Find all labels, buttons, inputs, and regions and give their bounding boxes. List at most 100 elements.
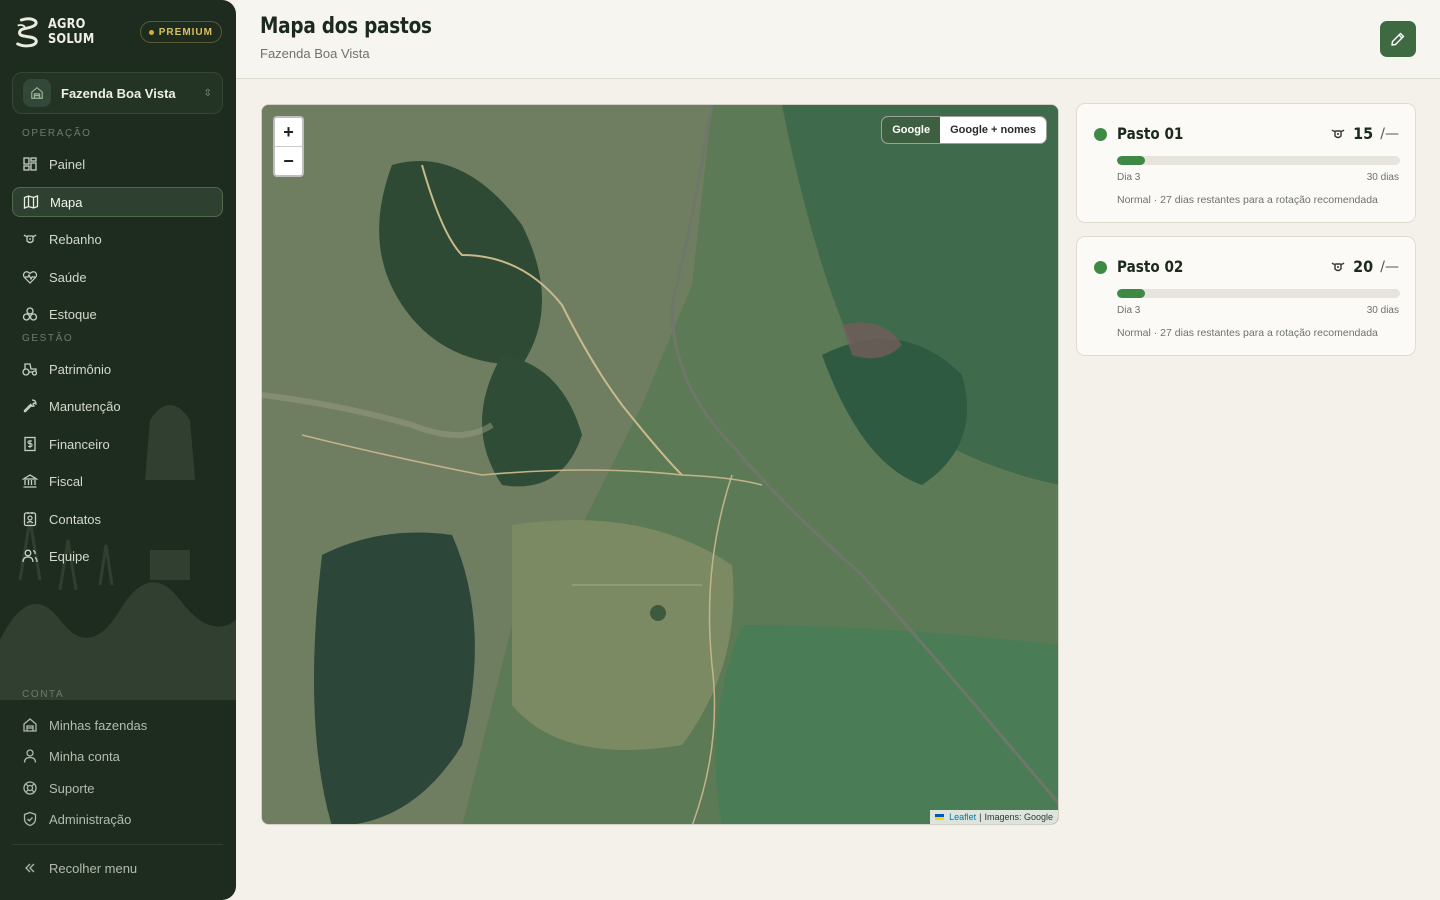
sidebar-item-fiscal[interactable]: Fiscal [12, 466, 223, 496]
farm-icon [22, 717, 38, 733]
wrench-icon [22, 398, 38, 414]
heart-pulse-icon [22, 269, 38, 285]
cattle-icon [1331, 128, 1345, 138]
sidebar-item-label: Fiscal [49, 473, 83, 489]
tractor-icon [22, 361, 38, 377]
zoom-in-button[interactable]: + [275, 118, 302, 147]
bank-icon [22, 473, 38, 489]
rotation-progress-fill [1117, 289, 1146, 298]
satellite-imagery[interactable] [262, 105, 1059, 825]
sidebar-item-minha-conta[interactable]: Minha conta [12, 741, 223, 771]
total-days: 30 dias [1366, 172, 1399, 183]
brand[interactable]: AGRO SOLUM PREMIUM [14, 14, 222, 50]
rotation-progress [1117, 156, 1400, 165]
current-day: Dia 3 [1117, 305, 1141, 316]
chevron-updown-icon: ⇳ [203, 87, 212, 99]
brand-name: AGRO SOLUM [47, 17, 95, 47]
sidebar-item-saude[interactable]: Saúde [12, 262, 223, 292]
team-icon [22, 548, 38, 564]
sidebar-item-label: Minha conta [49, 748, 120, 764]
cattle-capacity: /— [1380, 125, 1399, 142]
cattle-icon [22, 231, 38, 247]
cattle-icon [1331, 261, 1345, 271]
cattle-capacity: /— [1380, 258, 1399, 275]
user-icon [22, 748, 38, 764]
double-chevron-left-icon [22, 860, 38, 876]
farm-selector-value: Fazenda Boa Vista [61, 85, 176, 101]
section-label-conta: CONTA [22, 689, 65, 700]
brand-logo-icon [16, 17, 38, 48]
sidebar-item-minhas-fazendas[interactable]: Minhas fazendas [12, 710, 223, 740]
sidebar-item-manutencao[interactable]: Manutenção [12, 391, 223, 421]
rotation-progress-fill [1117, 156, 1146, 165]
sidebar: AGRO SOLUM PREMIUM Fazenda Boa Vista ⇳ O… [0, 0, 236, 900]
dashboard-icon [22, 156, 38, 172]
map-attribution: Leaflet | Imagens: Google [930, 810, 1058, 824]
pasture-card[interactable]: Pasto 01 15 /— Dia 3 30 dias Normal · 27… [1076, 103, 1416, 223]
ukraine-flag-icon [935, 814, 945, 820]
cattle-count-value: 20 [1353, 257, 1374, 276]
sidebar-divider [12, 674, 223, 675]
edit-button[interactable] [1380, 21, 1416, 57]
rotation-progress [1117, 289, 1400, 298]
sidebar-item-painel[interactable]: Painel [12, 149, 223, 179]
dollar-receipt-icon [22, 436, 38, 452]
cattle-count: 20 /— [1330, 257, 1399, 276]
status-dot [1094, 128, 1107, 141]
farm-selector[interactable]: Fazenda Boa Vista ⇳ [12, 72, 223, 114]
sidebar-item-label: Equipe [49, 548, 90, 564]
cattle-count: 15 /— [1330, 124, 1399, 143]
collapse-menu-button[interactable]: Recolher menu [12, 853, 223, 883]
farm-icon [23, 79, 51, 107]
premium-dot-icon [148, 29, 154, 35]
sidebar-item-rebanho[interactable]: Rebanho [12, 224, 223, 254]
attribution-separator: | [979, 812, 982, 822]
imagery-credit: Imagens: Google [984, 812, 1053, 822]
sidebar-item-label: Patrimônio [49, 361, 112, 377]
lifebuoy-icon [22, 780, 38, 796]
sidebar-item-administracao[interactable]: Administração [12, 804, 223, 834]
premium-badge: PREMIUM [139, 21, 222, 43]
total-days: 30 dias [1366, 305, 1399, 316]
sidebar-item-label: Suporte [49, 780, 95, 796]
sidebar-item-financeiro[interactable]: Financeiro [12, 429, 223, 459]
page-subtitle: Fazenda Boa Vista [260, 46, 370, 61]
rotation-note: Normal · 27 dias restantes para a rotaçã… [1117, 327, 1378, 339]
collapse-menu-label: Recolher menu [49, 860, 138, 876]
sidebar-item-label: Mapa [50, 194, 83, 210]
shield-check-icon [22, 811, 38, 827]
sidebar-item-label: Administração [49, 811, 132, 827]
sidebar-illustration [0, 405, 236, 700]
status-dot [1094, 261, 1107, 274]
sidebar-item-label: Financeiro [49, 436, 110, 452]
sidebar-item-suporte[interactable]: Suporte [12, 773, 223, 803]
zoom-out-button[interactable]: − [275, 147, 302, 175]
sidebar-item-label: Rebanho [49, 231, 102, 247]
leaflet-link[interactable]: Leaflet [949, 812, 976, 822]
pasture-card[interactable]: Pasto 02 20 /— Dia 3 30 dias Normal · 27… [1076, 236, 1416, 356]
sidebar-item-contatos[interactable]: Contatos [12, 504, 223, 534]
zoom-control: + − [273, 116, 304, 177]
pasture-name: Pasto 02 [1117, 257, 1184, 276]
section-label-operacao: OPERAÇÃO [22, 128, 92, 139]
sidebar-item-label: Minhas fazendas [49, 717, 148, 733]
sidebar-item-label: Saúde [49, 269, 87, 285]
page-title: Mapa dos pastos [260, 14, 432, 39]
sidebar-item-label: Estoque [49, 306, 97, 322]
map-icon [23, 194, 39, 210]
boxes-icon [22, 306, 38, 322]
section-label-gestao: GESTÃO [22, 333, 74, 344]
layer-google[interactable]: Google [882, 117, 941, 143]
rotation-note: Normal · 27 dias restantes para a rotaçã… [1117, 194, 1378, 206]
sidebar-item-patrimonio[interactable]: Patrimônio [12, 354, 223, 384]
sidebar-item-equipe[interactable]: Equipe [12, 541, 223, 571]
pasture-map[interactable]: + − Google Google + nomes Leaflet | Imag… [261, 104, 1059, 825]
sidebar-divider [12, 844, 223, 845]
sidebar-item-label: Manutenção [49, 398, 121, 414]
pencil-icon [1391, 32, 1405, 46]
sidebar-item-label: Painel [49, 156, 86, 172]
premium-label: PREMIUM [158, 26, 213, 38]
sidebar-item-estoque[interactable]: Estoque [12, 299, 223, 329]
layer-google-names[interactable]: Google + nomes [940, 117, 1046, 143]
sidebar-item-mapa[interactable]: Mapa [12, 187, 223, 217]
